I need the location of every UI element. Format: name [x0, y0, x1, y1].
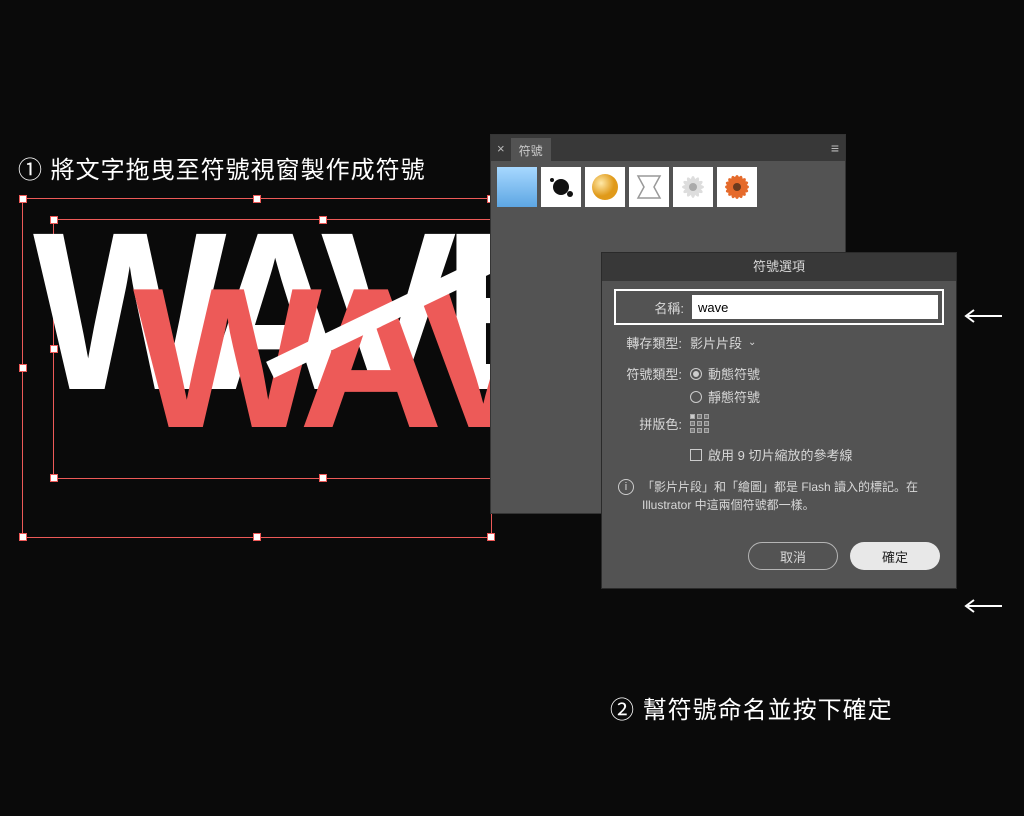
instruction-step-1: ① 將文字拖曳至符號視窗製作成符號 [18, 150, 426, 185]
instruction-step-2: ② 幫符號命名並按下確定 [610, 690, 893, 725]
selection-handle[interactable] [487, 533, 495, 541]
flower-icon [722, 172, 752, 202]
registration-grid-icon[interactable] [690, 414, 709, 433]
symbol-type-label: 符號類型: [618, 364, 682, 383]
selection-handle[interactable] [19, 533, 27, 541]
selection-handle[interactable] [319, 474, 327, 482]
export-type-value: 影片片段 [690, 333, 742, 352]
export-type-dropdown[interactable]: 影片片段 ⌄ [690, 333, 756, 352]
dialog-title: 符號選項 [602, 253, 956, 281]
radio-icon [690, 391, 702, 403]
radio-icon [690, 368, 702, 380]
ink-splat-icon [546, 172, 576, 202]
selection-handle[interactable] [19, 364, 27, 372]
panel-header: × 符號 ≡ [491, 135, 845, 161]
name-field-highlight: 名稱: [614, 289, 944, 325]
radio-dynamic[interactable]: 動態符號 [690, 364, 760, 383]
radio-static[interactable]: 靜態符號 [690, 387, 940, 406]
symbol-swatch[interactable] [585, 167, 625, 207]
registration-label: 拼版色: [618, 414, 682, 433]
info-note: i 「影片片段」和「繪圖」都是 Flash 讀入的標記。在 Illustrato… [618, 478, 940, 514]
symbol-swatch[interactable] [497, 167, 537, 207]
panel-menu-icon[interactable]: ≡ [831, 140, 839, 156]
panel-tab-symbols[interactable]: 符號 [511, 138, 551, 163]
ok-button[interactable]: 確定 [850, 542, 940, 570]
symbol-options-dialog: 符號選項 名稱: 轉存類型: 影片片段 ⌄ 符號類型: 動態符號 靜態符號 [601, 252, 957, 589]
info-icon: i [618, 479, 634, 495]
info-text: 「影片片段」和「繪圖」都是 Flash 讀入的標記。在 Illustrator … [642, 478, 940, 514]
symbol-swatch[interactable] [717, 167, 757, 207]
symbol-swatch-row [491, 161, 845, 213]
selection-handle[interactable] [253, 533, 261, 541]
cancel-button[interactable]: 取消 [748, 542, 838, 570]
callout-arrow-icon [962, 596, 1002, 616]
radio-static-label: 靜態符號 [708, 387, 760, 406]
name-input[interactable] [692, 295, 938, 319]
ribbon-icon [634, 172, 664, 202]
name-label: 名稱: [620, 298, 684, 317]
callout-arrow-icon [962, 306, 1002, 326]
selection-handle[interactable] [50, 474, 58, 482]
artboard-selection[interactable]: WAVE WAVE [22, 198, 492, 538]
slice-checkbox-label: 啟用 9 切片縮放的參考線 [708, 445, 852, 464]
panel-close-icon[interactable]: × [497, 141, 505, 156]
gerbera-icon [678, 172, 708, 202]
sphere-icon [590, 172, 620, 202]
export-type-label: 轉存類型: [618, 333, 682, 352]
symbol-swatch[interactable] [673, 167, 713, 207]
slice-checkbox[interactable] [690, 449, 702, 461]
radio-dynamic-label: 動態符號 [708, 364, 760, 383]
symbol-swatch[interactable] [629, 167, 669, 207]
symbol-swatch[interactable] [541, 167, 581, 207]
chevron-down-icon: ⌄ [748, 337, 756, 348]
selection-handle[interactable] [19, 195, 27, 203]
